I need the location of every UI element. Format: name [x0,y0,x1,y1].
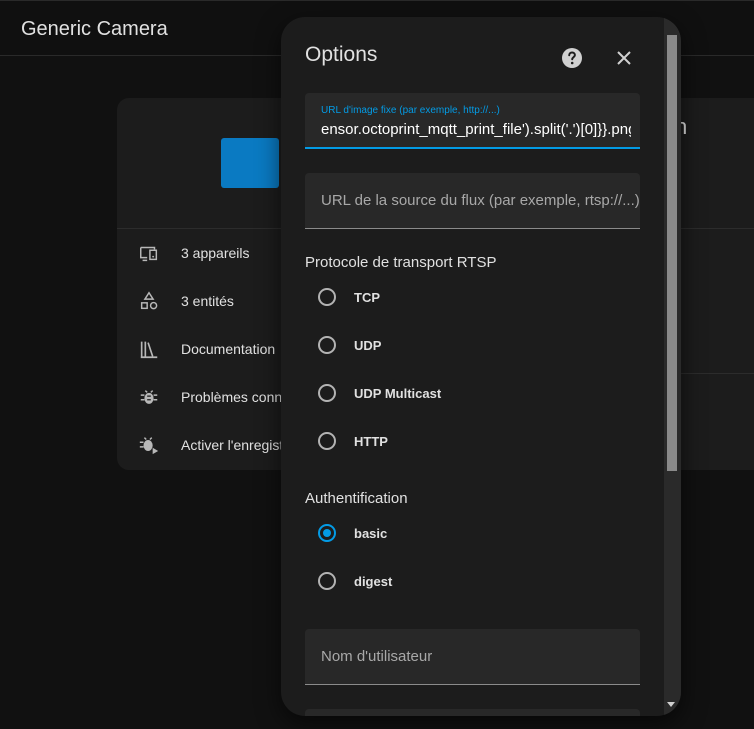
card-row-label: Problèmes conn [181,389,283,405]
field-value: ensor.octoprint_mqtt_print_file').split(… [321,121,631,138]
card-row-label: Documentation [181,341,276,357]
card-row-issues[interactable]: Problèmes conn [137,385,282,409]
field-label: URL d'image fixe (par exemple, http://..… [321,105,500,116]
card-row-label: 3 appareils [181,245,250,261]
close-icon [617,51,631,65]
radio-digest[interactable]: digest [318,570,392,592]
integration-logo [221,138,279,188]
stream-source-url-field[interactable]: URL de la source du flux (par exemple, r… [305,173,640,229]
radio-button[interactable] [318,288,336,306]
radio-label: basic [354,525,388,541]
radio-button[interactable] [318,432,336,450]
card-row-debug-logging[interactable]: Activer l'enregist [137,433,283,457]
field-placeholder: URL de la source du flux (par exemple, r… [321,192,640,209]
card-row-label: Activer l'enregist [181,437,284,453]
bug-play-icon [137,433,161,457]
help-button[interactable] [560,46,584,70]
radio-udp[interactable]: UDP [318,334,381,356]
library-icon [137,337,161,361]
radio-button[interactable] [318,572,336,590]
field-underline [305,684,640,685]
radio-button[interactable] [318,336,336,354]
radio-label: UDP Multicast [354,385,442,401]
close-button[interactable] [612,46,636,70]
radio-label: TCP [354,289,380,305]
field-underline [305,228,640,229]
card-row-documentation[interactable]: Documentation [137,337,275,361]
scroll-down-arrow-icon[interactable] [667,702,675,707]
bug-icon [137,385,161,409]
radio-label: UDP [354,337,382,353]
radio-button-checked[interactable] [318,524,336,542]
page-title: Generic Camera [21,18,168,40]
field-placeholder: Nom d'utilisateur [321,648,433,665]
card-row-devices[interactable]: 3 appareils [137,241,250,265]
radio-basic[interactable]: basic [318,522,387,544]
rtsp-section-title: Protocole de transport RTSP [305,254,497,271]
dialog-title: Options [305,43,378,66]
still-image-url-field[interactable]: URL d'image fixe (par exemple, http://..… [305,93,640,149]
radio-button[interactable] [318,384,336,402]
password-field[interactable] [305,709,640,716]
help-circle-icon [562,48,582,68]
radio-label: HTTP [354,433,388,449]
auth-section-title: Authentification [305,490,408,507]
radio-http[interactable]: HTTP [318,430,388,452]
radio-udp-multicast[interactable]: UDP Multicast [318,382,441,404]
options-dialog: Options URL d'image fixe (par exemple, h… [281,17,681,716]
divider [677,373,754,374]
scrollbar-thumb[interactable] [667,35,677,471]
radio-tcp[interactable]: TCP [318,286,380,308]
devices-icon [137,241,161,265]
card-row-label: 3 entités [181,293,234,309]
field-underline [305,147,640,149]
username-field[interactable]: Nom d'utilisateur [305,629,640,685]
card-row-entities[interactable]: 3 entités [137,289,234,313]
radio-label: digest [354,573,393,589]
shapes-icon [137,289,161,313]
